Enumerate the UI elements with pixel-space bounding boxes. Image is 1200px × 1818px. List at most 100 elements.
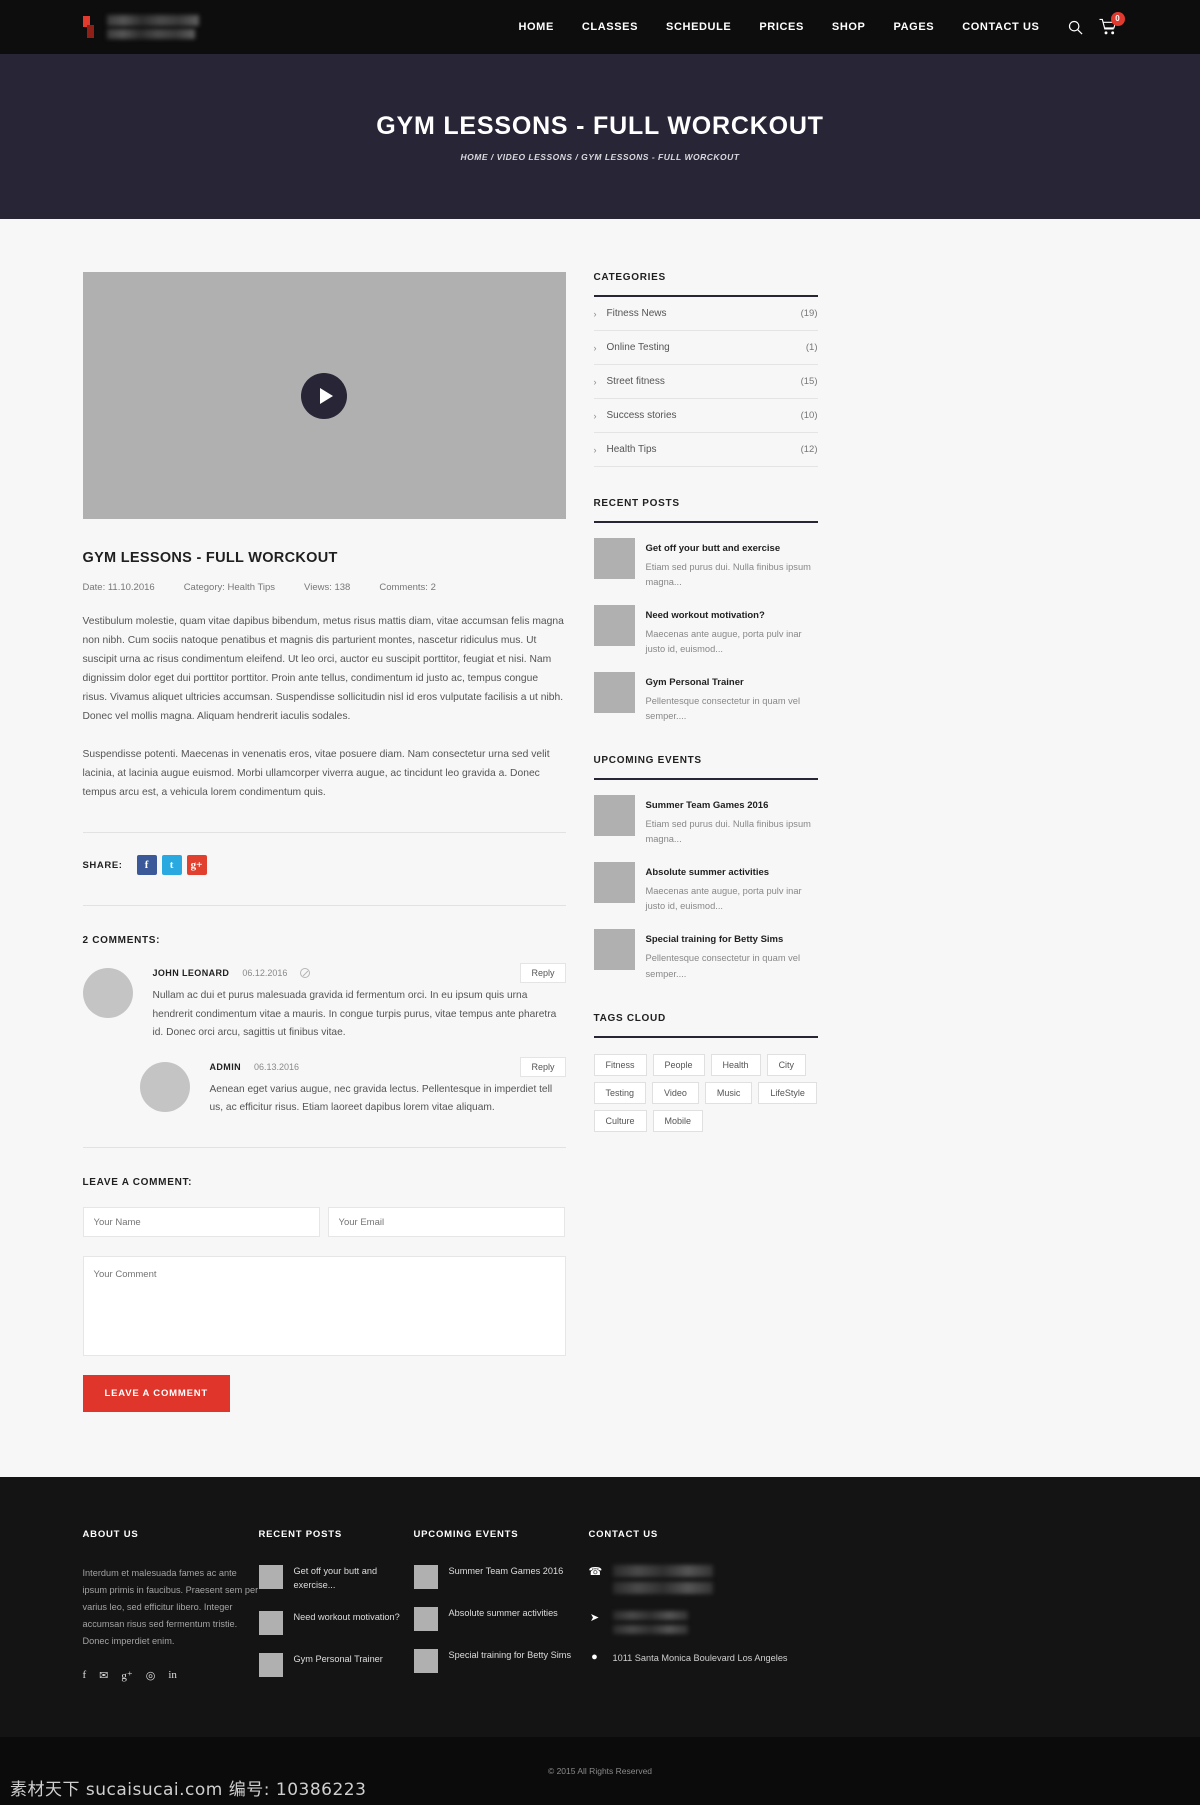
post-category[interactable]: Category: Health Tips <box>184 582 275 593</box>
nav-item-classes[interactable]: CLASSES <box>568 0 652 54</box>
tag-lifestyle[interactable]: LifeStyle <box>758 1081 817 1104</box>
search-icon[interactable] <box>1068 20 1083 35</box>
list-item[interactable]: Need workout motivation? <box>258 1610 414 1635</box>
google-plus-icon[interactable]: g⁺ <box>121 1669 132 1682</box>
widget-upcoming-events: UPCOMING EVENTS Summer Team Games 2016 E… <box>593 755 818 981</box>
twitter-icon[interactable]: ✉ <box>99 1669 108 1682</box>
widget-title: TAGS CLOUD <box>593 1013 818 1038</box>
google-plus-share-button[interactable]: g+ <box>186 855 207 876</box>
tag-fitness[interactable]: Fitness <box>593 1053 647 1076</box>
map-pin-icon: ● <box>591 1651 598 1664</box>
list-item[interactable]: Special training for Betty Sims Pellente… <box>593 929 818 981</box>
post-paragraph-1: Vestibulum molestie, quam vitae dapibus … <box>82 616 564 723</box>
nav-item-shop[interactable]: SHOP <box>818 0 880 54</box>
avatar <box>139 1061 190 1112</box>
comment-author: JOHN LEONARD <box>152 968 230 979</box>
nav-item-contact-us[interactable]: CONTACT US <box>948 0 1053 54</box>
cart-count-badge: 0 <box>1110 11 1125 26</box>
category-label: Health Tips <box>606 444 657 455</box>
category-count: (19) <box>800 308 818 319</box>
divider <box>82 905 566 907</box>
list-item[interactable]: Absolute summer activities <box>413 1607 589 1632</box>
list-item[interactable]: Summer Team Games 2016 Etiam sed purus d… <box>593 795 818 847</box>
list-item[interactable]: Get off your butt and exercise... <box>258 1565 414 1593</box>
tag-people[interactable]: People <box>652 1053 705 1076</box>
post-link[interactable]: Need workout motivation? <box>294 1611 400 1625</box>
category-label: Success stories <box>606 410 677 421</box>
post-link[interactable]: Gym Personal Trainer <box>294 1653 383 1667</box>
name-input[interactable] <box>82 1207 320 1238</box>
tag-testing[interactable]: Testing <box>593 1081 647 1104</box>
sidebar-item-success-stories[interactable]: › Success stories (10) <box>593 399 818 433</box>
play-icon[interactable] <box>301 372 347 419</box>
video-player[interactable] <box>82 272 566 519</box>
email-input[interactable] <box>327 1207 565 1238</box>
category-count: (10) <box>800 410 818 421</box>
breadcrumb[interactable]: HOME / VIDEO LESSONS / GYM LESSONS - FUL… <box>461 152 740 162</box>
footer-upcoming-events-title: UPCOMING EVENTS <box>413 1529 519 1541</box>
event-link[interactable]: Summer Team Games 2016 <box>646 800 769 811</box>
sidebar-item-health-tips[interactable]: › Health Tips (12) <box>593 433 818 467</box>
tag-mobile[interactable]: Mobile <box>652 1109 704 1132</box>
footer-about-text: Interdum et malesuada fames ac ante ipsu… <box>82 1568 259 1647</box>
cart-button[interactable]: 0 <box>1098 11 1125 37</box>
event-link[interactable]: Absolute summer activities <box>449 1607 558 1621</box>
category-label: Street fitness <box>606 376 665 387</box>
post-link[interactable]: Get off your butt and exercise <box>646 543 781 554</box>
post-link[interactable]: Need workout motivation? <box>646 610 765 621</box>
site-logo[interactable] <box>82 15 199 39</box>
tag-city[interactable]: City <box>766 1053 807 1076</box>
page-content: GYM LESSONS - FULL WORCKOUT Date: 11.10.… <box>0 219 1200 1478</box>
contact-phone-row[interactable]: ☎ <box>589 1565 819 1595</box>
nav-item-prices[interactable]: PRICES <box>745 0 818 54</box>
tag-music[interactable]: Music <box>704 1081 753 1104</box>
thumbnail <box>593 929 635 971</box>
sidebar-item-fitness-news[interactable]: › Fitness News (19) <box>593 297 818 331</box>
tag-health[interactable]: Health <box>710 1053 761 1076</box>
leave-comment-button[interactable]: LEAVE A COMMENT <box>82 1375 230 1413</box>
sidebar-item-online-testing[interactable]: › Online Testing (1) <box>593 331 818 365</box>
tag-culture[interactable]: Culture <box>593 1109 647 1132</box>
sidebar: CATEGORIES › Fitness News (19) › Online … <box>593 272 818 1132</box>
category-count: (1) <box>805 342 818 353</box>
list-item[interactable]: Gym Personal Trainer <box>258 1652 414 1677</box>
contact-email-row[interactable]: ➤ <box>589 1611 819 1635</box>
nav-item-schedule[interactable]: SCHEDULE <box>652 0 745 54</box>
event-link[interactable]: Absolute summer activities <box>646 867 770 878</box>
facebook-share-button[interactable]: f <box>136 855 157 876</box>
chevron-right-icon: › <box>593 342 597 353</box>
thumbnail <box>593 862 635 904</box>
thumbnail <box>413 1565 438 1590</box>
sidebar-item-street-fitness[interactable]: › Street fitness (15) <box>593 365 818 399</box>
tag-video[interactable]: Video <box>652 1081 699 1104</box>
nav-item-home[interactable]: HOME <box>504 0 567 54</box>
list-item[interactable]: Get off your butt and exercise Etiam sed… <box>593 538 818 590</box>
event-link[interactable]: Summer Team Games 2016 <box>449 1565 564 1579</box>
list-item[interactable]: Need workout motivation? Maecenas ante a… <box>593 605 818 657</box>
list-item[interactable]: Absolute summer activities Maecenas ante… <box>593 862 818 914</box>
reply-button[interactable]: Reply <box>520 1056 566 1077</box>
reply-button[interactable]: Reply <box>520 963 566 984</box>
list-item[interactable]: Summer Team Games 2016 <box>413 1565 589 1590</box>
nav-item-pages[interactable]: PAGES <box>880 0 949 54</box>
dribbble-icon[interactable]: ◎ <box>146 1669 156 1682</box>
list-item[interactable]: Gym Personal Trainer Pellentesque consec… <box>593 672 818 724</box>
post-column: GYM LESSONS - FULL WORCKOUT Date: 11.10.… <box>82 272 566 1413</box>
linkedin-icon[interactable]: in <box>168 1669 177 1682</box>
post-link[interactable]: Get off your butt and exercise... <box>294 1565 414 1593</box>
event-excerpt: Etiam sed purus dui. Nulla finibus ipsum… <box>645 819 811 845</box>
comment-date: 06.13.2016 <box>254 1061 300 1072</box>
facebook-icon[interactable]: f <box>83 1669 87 1682</box>
site-footer: ABOUT US Interdum et malesuada fames ac … <box>0 1477 1200 1737</box>
footer-about-title: ABOUT US <box>82 1529 139 1541</box>
event-link[interactable]: Special training for Betty Sims <box>449 1649 572 1663</box>
event-link[interactable]: Special training for Betty Sims <box>646 934 784 945</box>
post-link[interactable]: Gym Personal Trainer <box>646 677 744 688</box>
twitter-share-button[interactable]: t <box>161 855 182 876</box>
post-date: Date: 11.10.2016 <box>82 582 155 593</box>
share-bar: SHARE: f t g+ <box>83 833 566 876</box>
comment-textarea[interactable] <box>82 1256 566 1357</box>
thumbnail <box>258 1652 283 1677</box>
list-item[interactable]: Special training for Betty Sims <box>413 1649 589 1674</box>
avatar <box>82 968 133 1019</box>
